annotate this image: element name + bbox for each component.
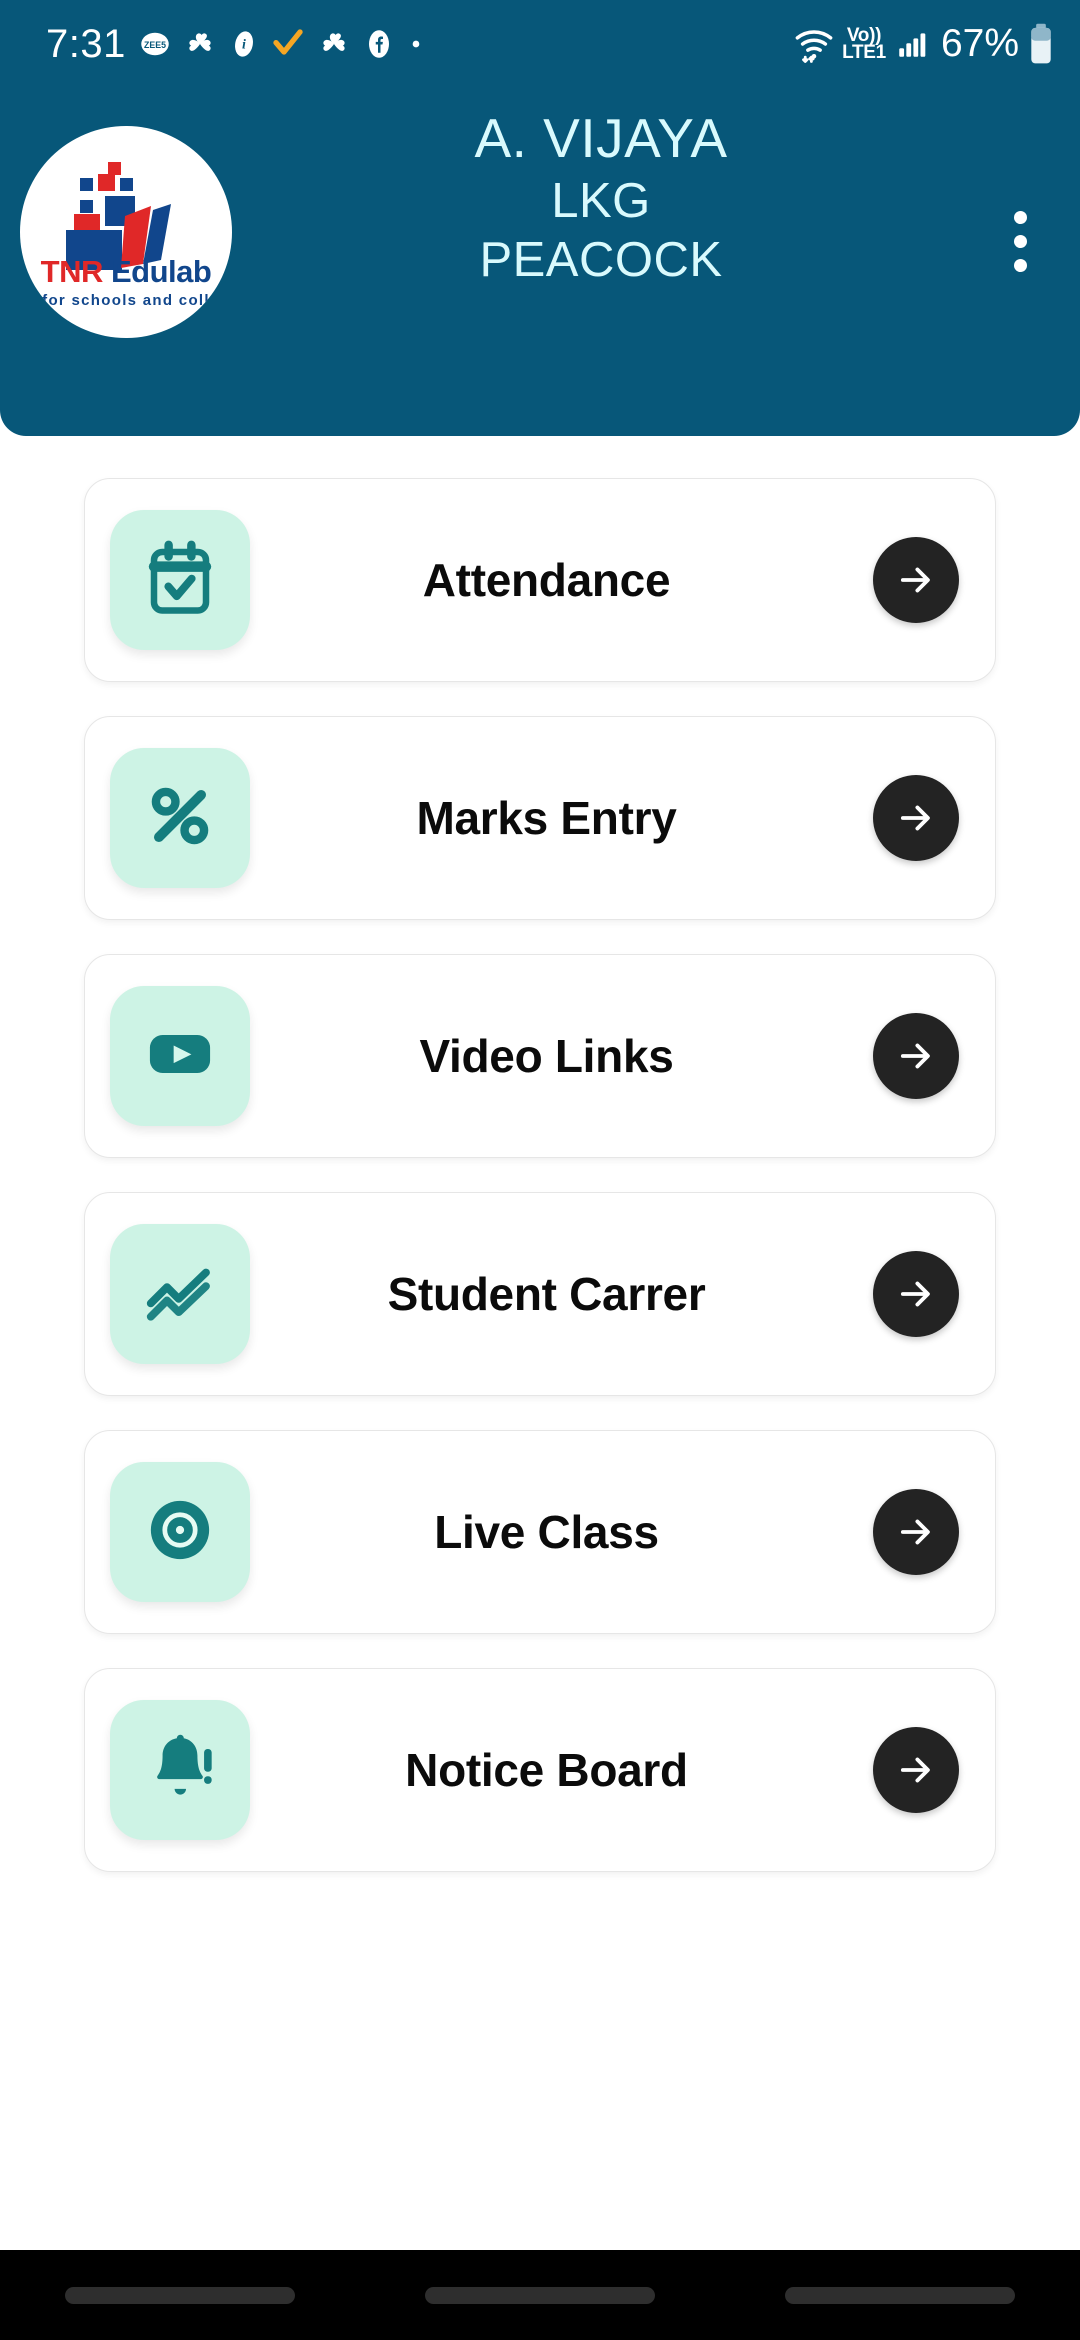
- icon-tile: [110, 986, 250, 1126]
- status-bar: 7:31 ZEE5 i Vo)) LTE1 67%: [0, 0, 1080, 88]
- calendar-check-icon: [141, 539, 219, 622]
- menu-card-label: Live Class: [434, 1506, 659, 1558]
- video-play-icon: [142, 1016, 218, 1097]
- section-label: PEACOCK: [479, 233, 723, 288]
- status-bar-left: 7:31 ZEE5 i: [46, 24, 793, 64]
- class-label: LKG: [551, 173, 651, 228]
- logo-name-primary: TNR: [40, 254, 104, 289]
- facebook-icon: [364, 29, 394, 59]
- flower-app-icon: [184, 28, 216, 60]
- header-title-block: A. VIJAYA LKG PEACOCK: [232, 110, 970, 286]
- flower-app-icon-2: [318, 28, 350, 60]
- info-app-icon: i: [230, 29, 258, 59]
- icon-tile: [110, 1224, 250, 1364]
- volte-label-bottom: LTE1: [842, 42, 886, 63]
- icon-tile: [110, 748, 250, 888]
- line-chart-icon: [141, 1253, 219, 1336]
- menu-card-marks-entry[interactable]: Marks Entry: [84, 716, 996, 920]
- arrow-right-icon[interactable]: [873, 1251, 959, 1337]
- menu-card-video-links[interactable]: Video Links: [84, 954, 996, 1158]
- svg-text:ZEE5: ZEE5: [144, 40, 166, 50]
- arrow-right-icon[interactable]: [873, 1727, 959, 1813]
- menu-card-list: Attendance Marks Entry Video Links Stude…: [0, 478, 1080, 1906]
- status-bar-clock: 7:31: [46, 22, 126, 66]
- kebab-dot-1: [1013, 210, 1027, 224]
- teacher-name: A. VIJAYA: [474, 107, 728, 169]
- bell-alert-icon: [142, 1730, 218, 1811]
- svg-text:i: i: [242, 38, 246, 53]
- volte-icon: Vo)) LTE1: [842, 25, 886, 63]
- menu-card-student-carrer[interactable]: Student Carrer: [84, 1192, 996, 1396]
- menu-card-live-class[interactable]: Live Class: [84, 1430, 996, 1634]
- arrow-right-icon[interactable]: [873, 1489, 959, 1575]
- icon-tile: [110, 1700, 250, 1840]
- zee5-icon: ZEE5: [140, 29, 170, 59]
- icon-tile: [110, 510, 250, 650]
- status-bar-right: Vo)) LTE1 67%: [793, 22, 1054, 66]
- menu-card-label: Marks Entry: [416, 792, 677, 844]
- arrow-right-icon[interactable]: [873, 1013, 959, 1099]
- app-screen: 7:31 ZEE5 i Vo)) LTE1 67% TNR Edulab for…: [0, 0, 1080, 2340]
- back-pill[interactable]: [785, 2286, 1015, 2304]
- menu-card-label: Notice Board: [405, 1744, 688, 1796]
- menu-card-label: Video Links: [419, 1030, 674, 1082]
- menu-card-label: Student Carrer: [387, 1268, 706, 1320]
- broadcast-icon: [142, 1492, 218, 1573]
- logo-tagline: for schools and coll: [42, 292, 210, 309]
- app-header: TNR Edulab for schools and coll A. VIJAY…: [0, 88, 1080, 436]
- cellular-signal-icon: [895, 27, 929, 61]
- kebab-dot-3: [1013, 258, 1027, 272]
- arrow-right-icon[interactable]: [873, 537, 959, 623]
- wifi-icon: [793, 23, 835, 65]
- more-dot-icon: [408, 36, 424, 52]
- menu-card-label: Attendance: [422, 554, 671, 606]
- kebab-menu-icon[interactable]: [990, 198, 1050, 284]
- battery-percent-label: 67%: [940, 22, 1019, 65]
- recents-pill[interactable]: [65, 2286, 295, 2304]
- menu-card-notice-board[interactable]: Notice Board: [84, 1668, 996, 1872]
- school-logo: TNR Edulab for schools and coll: [20, 126, 232, 338]
- orange-check-icon: [272, 28, 304, 60]
- percent-icon: [141, 777, 219, 860]
- logo-name-secondary: Edulab: [111, 254, 212, 289]
- kebab-dot-2: [1013, 234, 1027, 248]
- home-pill[interactable]: [425, 2286, 655, 2304]
- logo-name: TNR Edulab: [20, 254, 232, 290]
- icon-tile: [110, 1462, 250, 1602]
- arrow-right-icon[interactable]: [873, 775, 959, 861]
- battery-icon: [1028, 23, 1054, 65]
- system-nav-bar: [0, 2250, 1080, 2340]
- menu-card-attendance[interactable]: Attendance: [84, 478, 996, 682]
